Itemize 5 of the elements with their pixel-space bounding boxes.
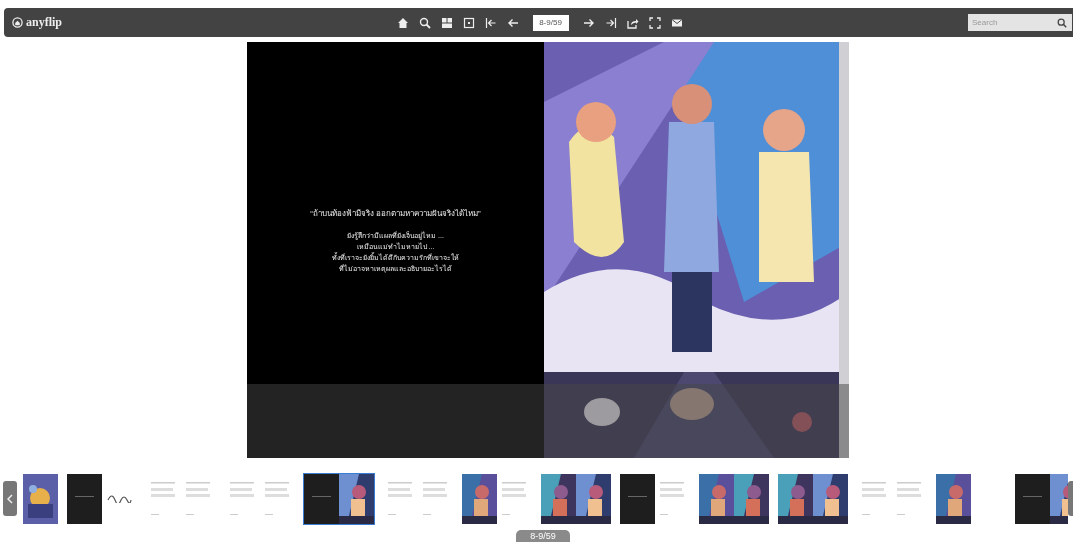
- page-number-field[interactable]: 8-9/59: [532, 14, 569, 31]
- page-indicator: 8-9/59: [516, 530, 570, 542]
- page-quote: “ถ้าบนท้องฟ้ามีจริง ออกตามหาความฝันจริงได้ไหม”: [310, 208, 481, 220]
- logo-text: anyflip: [26, 15, 62, 30]
- search-field[interactable]: Search: [968, 14, 1072, 31]
